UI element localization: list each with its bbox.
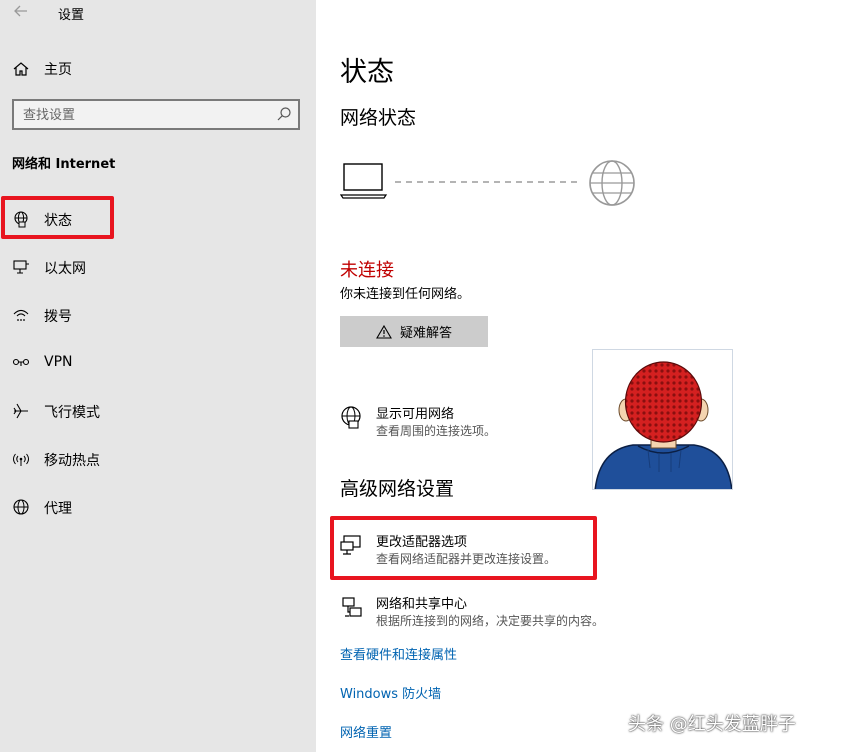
back-button[interactable] (12, 2, 30, 20)
connection-status: 未连接 (340, 260, 394, 281)
windows-firewall-link[interactable]: Windows 防火墙 (340, 683, 441, 702)
advanced-settings-heading: 高级网络设置 (340, 478, 455, 500)
window-title: 设置 (58, 8, 85, 23)
network-reset-link[interactable]: 网络重置 (340, 722, 392, 741)
home-label: 主页 (44, 62, 72, 78)
globe-icon (13, 499, 29, 515)
connection-desc: 你未连接到任何网络。 (340, 287, 471, 302)
sidebar-item-label: 飞行模式 (44, 405, 100, 421)
ethernet-icon (13, 260, 29, 274)
sharing-center-title: 网络和共享中心 (376, 597, 468, 612)
sharing-center-icon (342, 597, 362, 617)
globe-network-icon (341, 406, 361, 429)
highlight-box (330, 516, 597, 580)
sidebar-section-title: 网络和 Internet (12, 157, 116, 172)
airplane-icon (13, 403, 28, 419)
vpn-icon (12, 358, 30, 366)
home-icon (13, 62, 29, 76)
back-arrow-icon (14, 5, 27, 17)
search-box[interactable] (12, 99, 300, 130)
sidebar-item-label: 移动热点 (44, 453, 100, 469)
network-status-heading: 网络状态 (340, 107, 417, 129)
sidebar-item-dialup[interactable]: 拨号 (0, 297, 316, 333)
search-icon[interactable] (276, 106, 292, 122)
hardware-properties-link[interactable]: 查看硬件和连接属性 (340, 644, 457, 663)
show-networks-desc: 查看周围的连接选项。 (376, 424, 497, 438)
sharing-center-desc: 根据所连接到的网络，决定要共享的内容。 (376, 614, 605, 628)
globe-icon (589, 160, 635, 206)
sidebar-item-proxy[interactable]: 代理 (0, 489, 316, 525)
home-nav-item[interactable]: 主页 (12, 58, 72, 80)
dialup-icon (13, 309, 29, 321)
sidebar-item-label: 以太网 (44, 261, 86, 277)
sidebar-item-label: 代理 (44, 501, 72, 517)
sidebar: 设置 主页 网络和 Internet 状态 以太网 (0, 0, 316, 752)
avatar-picture (592, 349, 733, 490)
laptop-icon (340, 163, 388, 199)
sidebar-item-ethernet[interactable]: 以太网 (0, 249, 316, 285)
sidebar-item-label: 拨号 (44, 309, 72, 325)
search-input[interactable] (23, 105, 263, 125)
troubleshoot-button[interactable]: 疑难解答 (340, 316, 488, 347)
main-content: 状态 网络状态 未连接 你未连接到任何网络。 疑难解答 显示可用网络 查看周围的… (316, 0, 851, 752)
titlebar: 设置 (0, 0, 316, 26)
sidebar-item-hotspot[interactable]: 移动热点 (0, 441, 316, 477)
highlight-box (1, 196, 114, 239)
show-networks-title: 显示可用网络 (376, 407, 455, 422)
sidebar-item-airplane[interactable]: 飞行模式 (0, 393, 316, 429)
warning-icon (376, 324, 392, 339)
page-title: 状态 (340, 57, 394, 88)
troubleshoot-label: 疑难解答 (399, 326, 452, 341)
network-diagram (340, 160, 635, 206)
sidebar-item-vpn[interactable]: VPN (0, 345, 316, 381)
watermark: 头条 @红头发蓝胖子 (628, 714, 796, 735)
sidebar-item-label: VPN (44, 354, 73, 370)
hotspot-icon (13, 453, 29, 466)
